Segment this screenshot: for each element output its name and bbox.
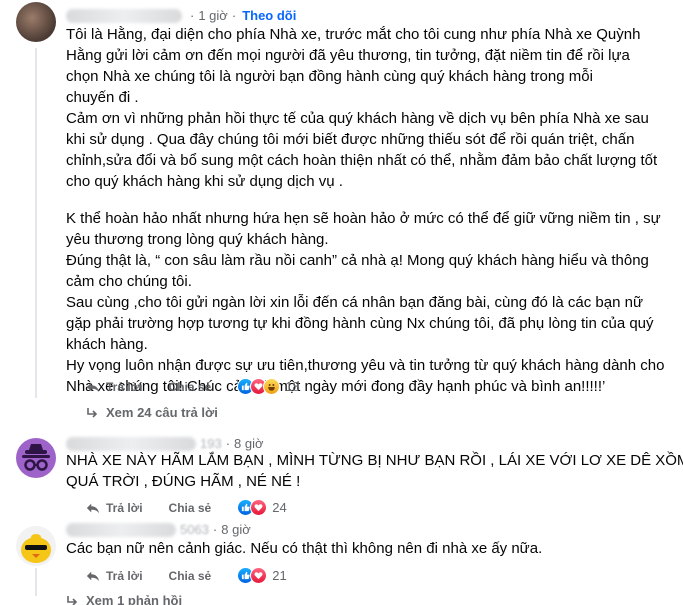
separator-dot: ·: [212, 522, 218, 537]
comment-line: Các bạn nữ nên cảnh giác. Nếu có thật th…: [66, 540, 543, 557]
comment-time[interactable]: 1 giờ: [198, 8, 228, 23]
author-name-redacted[interactable]: [66, 436, 196, 451]
separator-dot: ·: [190, 8, 195, 23]
reply-label: Trả lời: [106, 379, 143, 394]
comment-line: Đúng thật là, “ con sâu làm rầu nồi canh…: [66, 252, 649, 269]
comment-actions: Trả lời Chia sẻ 21: [86, 567, 287, 584]
reactions-summary[interactable]: 21: [237, 567, 287, 584]
author-name-redacted[interactable]: [66, 8, 182, 23]
share-label: Chia sẻ: [168, 379, 212, 394]
comment-line: NHÀ XE NÀY HÃM LẮM BẠN , MÌNH TỪNG BỊ NH…: [66, 452, 683, 469]
comment-text: Các bạn nữ nên cảnh giác. Nếu có thật th…: [66, 538, 542, 559]
reply-arrow-icon: [67, 595, 78, 605]
comment-line: Hằng gửi lời cảm ơn đến mọi người đã yêu…: [66, 47, 630, 64]
comment-line: yêu thương trong lòng quý khách hàng.: [66, 231, 329, 248]
view-replies-button[interactable]: Xem 24 câu trả lời: [86, 405, 218, 420]
comment-time[interactable]: 8 giờ: [221, 522, 251, 537]
avatar[interactable]: [16, 438, 56, 478]
reply-button[interactable]: Trả lời: [86, 569, 143, 583]
comment-line: cảm cho chúng tôi.: [66, 273, 192, 290]
chick-avatar-icon: [21, 534, 51, 563]
reply-button[interactable]: Trả lời: [86, 380, 143, 394]
reply-label: Trả lời: [106, 500, 143, 515]
share-label: Chia sẻ: [168, 500, 212, 515]
share-label: Chia sẻ: [168, 568, 212, 583]
comment-line: Hy vọng luôn nhận được sự ưu tiên,thương…: [66, 357, 665, 374]
follow-button[interactable]: Theo dõi: [242, 8, 296, 23]
comment-hang: · 1 giờ · Theo dõi Tôi là Hằng, đại diện…: [0, 0, 683, 420]
comment-line: [66, 192, 664, 208]
reply-label: Trả lời: [106, 568, 143, 583]
incognito-avatar-icon: [22, 444, 50, 471]
reaction-count: 18: [285, 379, 300, 394]
share-button[interactable]: Chia sẻ: [169, 501, 212, 515]
thread-line: [35, 568, 37, 596]
comment-line: cho quý khách hàng khi sử dụng dịch vụ .: [66, 173, 343, 190]
comment-time[interactable]: 8 giờ: [234, 436, 264, 451]
reply-icon: [86, 503, 100, 513]
comment-line: gặp phải trường hợp tương tự khi đồng hà…: [66, 315, 654, 332]
view-replies-button[interactable]: Xem 1 phản hồi: [66, 593, 182, 605]
comment-line: khi sử dụng . Qua đây chúng tôi mới biết…: [66, 131, 635, 148]
avatar[interactable]: [16, 2, 56, 42]
comment-actions: Trả lời Chia sẻ 24: [86, 499, 287, 516]
comment-text: NHÀ XE NÀY HÃM LẮM BẠN , MÌNH TỪNG BỊ NH…: [66, 450, 683, 492]
share-button[interactable]: Chia sẻ: [169, 569, 212, 583]
reply-button[interactable]: Trả lời: [86, 501, 143, 515]
comment-line: Cảm ơn vì những phản hồi thực tế của quý…: [66, 110, 649, 127]
reply-arrow-icon: [87, 407, 98, 418]
comment-3: 5063 · 8 giờ Các bạn nữ nên cảnh giác. N…: [0, 518, 683, 605]
comment-text: Tôi là Hằng, đại diện cho phía Nhà xe, t…: [66, 24, 664, 397]
share-button[interactable]: Chia sẻ: [169, 380, 212, 394]
view-replies-label: Xem 1 phản hồi: [86, 593, 183, 605]
reaction-count: 21: [272, 568, 287, 583]
avatar[interactable]: [16, 526, 56, 566]
comment-line: Sau cùng ,cho tôi gửi ngàn lời xin lỗi đ…: [66, 294, 643, 311]
comment-line: chọn Nhà xe chúng tôi là người bạn đồng …: [66, 68, 593, 85]
love-reaction-icon: [250, 499, 268, 516]
reactions-summary[interactable]: 24: [237, 499, 287, 516]
haha-reaction-icon: [263, 378, 281, 395]
comment-line: Tôi là Hằng, đại diện cho phía Nhà xe, t…: [66, 26, 641, 43]
reaction-count: 24: [272, 500, 287, 515]
reactions-summary[interactable]: 18: [237, 378, 300, 395]
comment-actions: Trả lời Chia sẻ 18: [86, 378, 300, 395]
comment-2: 193 · 8 giờ NHÀ XE NÀY HÃM LẮM BẠN , MÌN…: [0, 430, 683, 522]
reply-icon: [86, 571, 100, 581]
thread-line: [35, 48, 37, 398]
comment-line: K thể hoàn hảo nhất nhưng hứa hẹn sẽ hoà…: [66, 210, 661, 227]
reply-icon: [86, 382, 100, 392]
separator-dot: ·: [225, 436, 231, 451]
comment-line: QUÁ TRỜI , ĐÚNG HÃM , NÉ NÉ !: [66, 473, 301, 490]
separator-dot: ·: [231, 8, 237, 23]
love-reaction-icon: [250, 567, 268, 584]
author-name-redacted[interactable]: [66, 522, 176, 537]
comment-line: khách hàng.: [66, 336, 148, 353]
author-name-suffix[interactable]: 5063: [180, 522, 209, 537]
comment-line: chỉnh,sửa đổi và bổ sung một cách hoàn t…: [66, 152, 658, 169]
author-name-suffix[interactable]: 193: [200, 436, 222, 451]
comment-line: chuyến đi .: [66, 89, 139, 106]
view-replies-label: Xem 24 câu trả lời: [106, 405, 218, 420]
